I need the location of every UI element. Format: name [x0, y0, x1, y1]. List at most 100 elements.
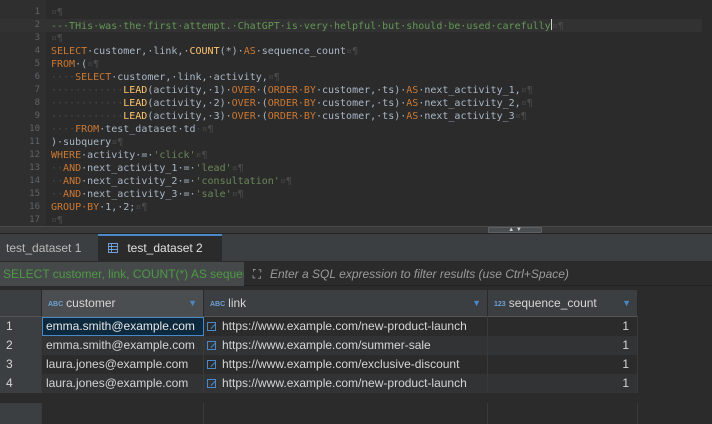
row-number[interactable]: 1	[0, 317, 42, 336]
code-line[interactable]: 11 )·subquery¤¶	[0, 136, 712, 149]
cell-sequence-count[interactable]: 1	[488, 374, 638, 393]
code-token: ¤¶	[520, 85, 533, 96]
line-number: 14	[29, 176, 40, 186]
filter-expression-input[interactable]	[270, 264, 710, 284]
cell-sequence-count[interactable]: 1	[488, 317, 638, 336]
code-line[interactable]: 10 ····FROM·test_dataset·td·¤¶	[0, 123, 712, 136]
code-line[interactable]: 15 ··AND·next_activity_3·=·'sale'¤¶	[0, 188, 712, 201]
row-number[interactable]: 4	[0, 374, 42, 393]
code-text[interactable]: ··AND·next_activity_1·=·'lead'¤¶	[51, 162, 244, 175]
column-header-customer[interactable]: ABC customer ▼	[42, 290, 204, 317]
table-row[interactable]: 3 laura.jones@example.com https://www.exam…	[0, 355, 638, 374]
code-text[interactable]: GROUP·BY·1,·2;¤¶	[51, 201, 147, 214]
code-token: 'sale'	[195, 189, 232, 200]
editor-results-splitter[interactable]: ▲ ▼	[0, 226, 712, 234]
cell-link[interactable]: https://www.example.com/new-product-laun…	[204, 317, 488, 336]
code-text[interactable]: ¤¶	[51, 32, 63, 45]
code-text[interactable]: ··AND·next_activity_2·=·'consultation'¤¶	[51, 175, 292, 188]
sort-arrow-icon[interactable]: ▼	[472, 290, 481, 317]
row-number[interactable]: 3	[0, 355, 42, 374]
sql-editor[interactable]: 1 ¤¶ 2 --·THis·was·the·first·attempt.·ChatG…	[0, 0, 712, 228]
splitter-handle[interactable]: ▲ ▼	[488, 227, 542, 233]
code-token: ·(	[75, 59, 88, 70]
results-grid[interactable]: ABC customer ▼ ABC link ▼ 123 sequence_coun…	[0, 286, 712, 424]
cell-customer[interactable]: emma.smith@example.com	[42, 336, 204, 355]
code-token: ·test_dataset·td	[99, 124, 196, 135]
code-token: SELECT	[51, 46, 88, 57]
row-number[interactable]: 2	[0, 336, 42, 355]
cell-link[interactable]: https://www.example.com/exclusive-discou…	[204, 355, 488, 374]
code-line[interactable]: 9 ············LEAD(activity,·3)·OVER·(ORD…	[0, 110, 712, 123]
code-token: ¤¶	[87, 59, 100, 70]
column-header-link[interactable]: ABC link ▼	[204, 290, 488, 317]
filter-bar: SELECT customer, link, COUNT(*) AS seque…	[0, 262, 712, 286]
code-token: FROM	[75, 124, 100, 135]
code-text[interactable]: ····SELECT·customer,·link,·activity,¤¶	[51, 71, 280, 84]
external-link-icon[interactable]	[207, 341, 216, 350]
code-token: ·customer,·link,·	[87, 46, 190, 57]
code-text[interactable]: ············LEAD(activity,·2)·OVER·(ORDE…	[51, 97, 533, 110]
code-token: ····	[51, 72, 76, 83]
code-line[interactable]: 4 SELECT·customer,·link,·COUNT(*)·AS·sequ…	[0, 45, 712, 58]
tab-test-dataset-1[interactable]: test_dataset 1	[0, 234, 98, 262]
code-text[interactable]: SELECT·customer,·link,·COUNT(*)·AS·seque…	[51, 45, 358, 58]
code-token: ¤¶	[111, 137, 124, 148]
code-token: GROUP·BY	[51, 202, 100, 213]
code-token: ·customer,·ts)·	[315, 111, 407, 122]
code-line[interactable]: 3 ¤¶	[0, 32, 712, 45]
code-line[interactable]: 13 ··AND·next_activity_1·=·'lead'¤¶	[0, 162, 712, 175]
editor-scrollbar[interactable]	[702, 0, 712, 228]
code-line[interactable]: 6 ····SELECT·customer,·link,·activity,¤¶	[0, 71, 712, 84]
code-text[interactable]: ············LEAD(activity,·3)·OVER·(ORDE…	[51, 110, 527, 123]
cell-sequence-count[interactable]: 1	[488, 355, 638, 374]
line-number: 11	[29, 137, 40, 147]
code-text[interactable]: ····FROM·test_dataset·td·¤¶	[51, 123, 214, 136]
code-token: ¤¶	[135, 202, 148, 213]
external-link-icon[interactable]	[207, 379, 216, 388]
row-number-header[interactable]	[0, 290, 42, 317]
code-text[interactable]: WHERE·activity·=·'click'¤¶	[51, 149, 208, 162]
external-link-icon[interactable]	[207, 360, 216, 369]
tab-label: test_dataset 1	[6, 241, 82, 255]
cell-customer[interactable]: emma.smith@example.com	[42, 317, 204, 336]
column-label: customer	[66, 296, 116, 310]
code-line[interactable]: 14 ··AND·next_activity_2·=·'consultation'…	[0, 175, 712, 188]
code-text[interactable]: ¤¶	[51, 6, 63, 19]
expand-icon[interactable]: ⛶	[248, 266, 266, 282]
code-text[interactable]: FROM·(¤¶	[51, 58, 99, 71]
code-line[interactable]: 1 ¤¶	[0, 6, 712, 19]
cell-customer[interactable]: laura.jones@example.com	[42, 355, 204, 374]
code-line[interactable]: 7 ············LEAD(activity,·1)·OVER·(ORD…	[0, 84, 712, 97]
code-text[interactable]: ············LEAD(activity,·1)·OVER·(ORDE…	[51, 84, 533, 97]
query-text-preview[interactable]: SELECT customer, link, COUNT(*) AS seque…	[0, 262, 244, 286]
code-text[interactable]: ··AND·next_activity_3·=·'sale'¤¶	[51, 188, 244, 201]
sort-arrow-icon[interactable]: ▼	[188, 290, 197, 317]
grid-empty-area	[0, 403, 638, 424]
code-token: ·(	[255, 98, 268, 109]
code-line[interactable]: 2 --·THis·was·the·first·attempt.·ChatGPT·…	[0, 19, 712, 32]
code-line[interactable]: 16 GROUP·BY·1,·2;¤¶	[0, 201, 712, 214]
cell-link-text: https://www.example.com/new-product-laun…	[222, 319, 467, 333]
cell-link-text: https://www.example.com/exclusive-discou…	[222, 357, 460, 371]
code-line[interactable]: 5 FROM·(¤¶	[0, 58, 712, 71]
code-text[interactable]: )·subquery¤¶	[51, 136, 123, 149]
code-line[interactable]: 8 ············LEAD(activity,·2)·OVER·(ORD…	[0, 97, 712, 110]
cell-sequence-count[interactable]: 1	[488, 336, 638, 355]
code-token: ·sequence_count	[255, 46, 347, 57]
code-text[interactable]: --·THis·was·the·first·attempt.·ChatGPT·i…	[51, 19, 564, 33]
line-number: 10	[29, 124, 40, 134]
code-token: ·next_activity_3	[418, 111, 515, 122]
code-line[interactable]: 12 WHERE·activity·=·'click'¤¶	[0, 149, 712, 162]
text-type-icon: ABC	[210, 301, 226, 308]
table-row[interactable]: 1 emma.smith@example.com https://www.examp…	[0, 317, 638, 336]
column-header-sequence-count[interactable]: 123 sequence_count ▼	[488, 290, 638, 317]
cell-link[interactable]: https://www.example.com/new-product-laun…	[204, 374, 488, 393]
table-row[interactable]: 4 laura.jones@example.com https://www.exam…	[0, 374, 638, 393]
cell-link[interactable]: https://www.example.com/summer-sale	[204, 336, 488, 355]
external-link-icon[interactable]	[207, 322, 216, 331]
table-row[interactable]: 2 emma.smith@example.com https://www.examp…	[0, 336, 638, 355]
code-token: 'click'	[153, 150, 196, 161]
sort-arrow-icon[interactable]: ▼	[622, 290, 631, 317]
tab-test-dataset-2[interactable]: test_dataset 2 ×	[98, 234, 222, 279]
cell-customer[interactable]: laura.jones@example.com	[42, 374, 204, 393]
